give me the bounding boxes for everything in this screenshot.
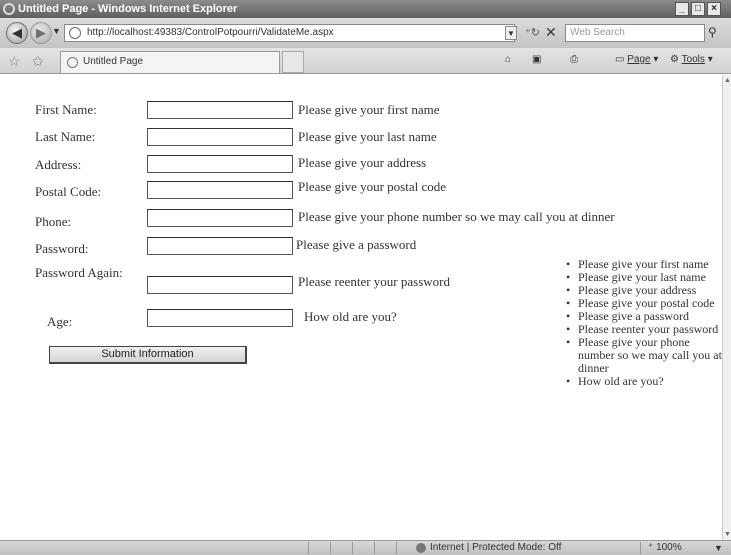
password-error: Please give a password [296, 237, 417, 252]
tools-menu-label: Tools [681, 54, 705, 65]
new-tab-button[interactable] [282, 51, 304, 73]
first-name-error: Please give your first name [298, 102, 440, 117]
last-name-label: Last Name: [35, 129, 96, 144]
ie-logo-icon [3, 3, 15, 15]
tab-page-icon [67, 57, 78, 68]
password-again-field[interactable] [147, 276, 293, 294]
password-again-error: Please reenter your password [298, 274, 450, 289]
security-zone[interactable]: Internet | Protected Mode: Off [430, 541, 561, 555]
phone-field[interactable] [147, 209, 293, 227]
age-field[interactable] [147, 309, 293, 327]
postal-code-field[interactable] [147, 181, 293, 199]
status-divider [308, 542, 309, 554]
address-field[interactable] [147, 155, 293, 173]
window-title: Untitled Page - Windows Internet Explore… [18, 3, 238, 15]
status-divider [330, 542, 331, 554]
feeds-icon[interactable]: ▣ [532, 54, 541, 65]
zoom-level[interactable]: ⁺ 100% [648, 541, 682, 555]
add-favorites-icon[interactable]: ✩ [32, 53, 44, 70]
address-bar[interactable]: http://localhost:49383/ControlPotpourri/… [64, 24, 515, 42]
summary-item: Please give your phone number so we may … [566, 336, 722, 375]
status-divider [352, 542, 353, 554]
tab-bar: ☆ ✩ Untitled Page ⌂ ▣ ⎙ ▭ Page ▾ ⚙ Tools… [0, 48, 731, 74]
home-icon[interactable]: ⌂ [505, 54, 511, 65]
postal-code-error: Please give your postal code [298, 179, 447, 194]
scroll-down-icon[interactable]: ▼ [724, 531, 731, 538]
maximize-button[interactable]: □ [691, 2, 705, 16]
validation-summary: Please give your first name Please give … [566, 258, 722, 389]
status-bar: Internet | Protected Mode: Off ⁺ 100% ▼ [0, 540, 731, 555]
navigation-bar: ◀ ▶ ▼ http://localhost:49383/ControlPotp… [0, 18, 731, 48]
scroll-up-icon[interactable]: ▲ [724, 77, 731, 84]
age-label: Age: [47, 314, 73, 329]
page-content: First Name: Please give your first name … [0, 75, 722, 540]
password-field[interactable] [147, 237, 293, 255]
password-label: Password: [35, 241, 89, 256]
password-again-label: Password Again: [35, 265, 123, 280]
search-input[interactable]: Web Search [565, 24, 705, 42]
tab-label: Untitled Page [83, 56, 144, 67]
status-divider [640, 542, 641, 554]
page-menu[interactable]: ▭ Page ▾ [615, 54, 658, 65]
tools-menu[interactable]: ⚙ Tools ▾ [670, 54, 713, 65]
zoom-value: 100% [656, 542, 682, 553]
age-error: How old are you? [304, 309, 397, 324]
submit-button[interactable]: Submit Information [49, 346, 247, 364]
favorites-star-icon[interactable]: ☆ [8, 53, 21, 70]
close-button[interactable]: × [707, 2, 721, 16]
title-bar: Untitled Page - Windows Internet Explore… [0, 0, 731, 18]
print-icon[interactable]: ⎙ [570, 54, 578, 65]
last-name-error: Please give your last name [298, 129, 437, 144]
address-url: http://localhost:49383/ControlPotpourri/… [87, 27, 334, 38]
address-dropdown-icon[interactable]: ▼ [505, 26, 517, 40]
search-icon[interactable]: ⚲ [708, 25, 717, 39]
summary-item: How old are you? [566, 375, 722, 389]
minimize-button[interactable]: _ [675, 2, 689, 16]
recent-pages-dropdown[interactable]: ▼ [52, 26, 61, 36]
stop-icon[interactable]: ✕ [545, 24, 557, 41]
first-name-field[interactable] [147, 101, 293, 119]
last-name-field[interactable] [147, 128, 293, 146]
refresh-icon[interactable]: ⁺↻ [525, 26, 540, 39]
status-divider [374, 542, 375, 554]
internet-globe-icon [416, 543, 426, 553]
postal-code-label: Postal Code: [35, 184, 102, 199]
back-button[interactable]: ◀ [6, 22, 28, 44]
address-error: Please give your address [298, 155, 427, 170]
status-divider [396, 542, 397, 554]
phone-error: Please give your phone number so we may … [298, 209, 615, 224]
tab-untitled-page[interactable]: Untitled Page [60, 51, 280, 73]
phone-label: Phone: [35, 214, 72, 229]
vertical-scrollbar[interactable]: ▲ ▼ [722, 75, 731, 540]
zoom-dropdown-icon[interactable]: ▼ [714, 541, 723, 555]
first-name-label: First Name: [35, 102, 97, 117]
forward-button[interactable]: ▶ [30, 22, 52, 44]
page-menu-label: Page [627, 54, 651, 65]
page-icon [69, 27, 81, 39]
address-label: Address: [35, 157, 82, 172]
